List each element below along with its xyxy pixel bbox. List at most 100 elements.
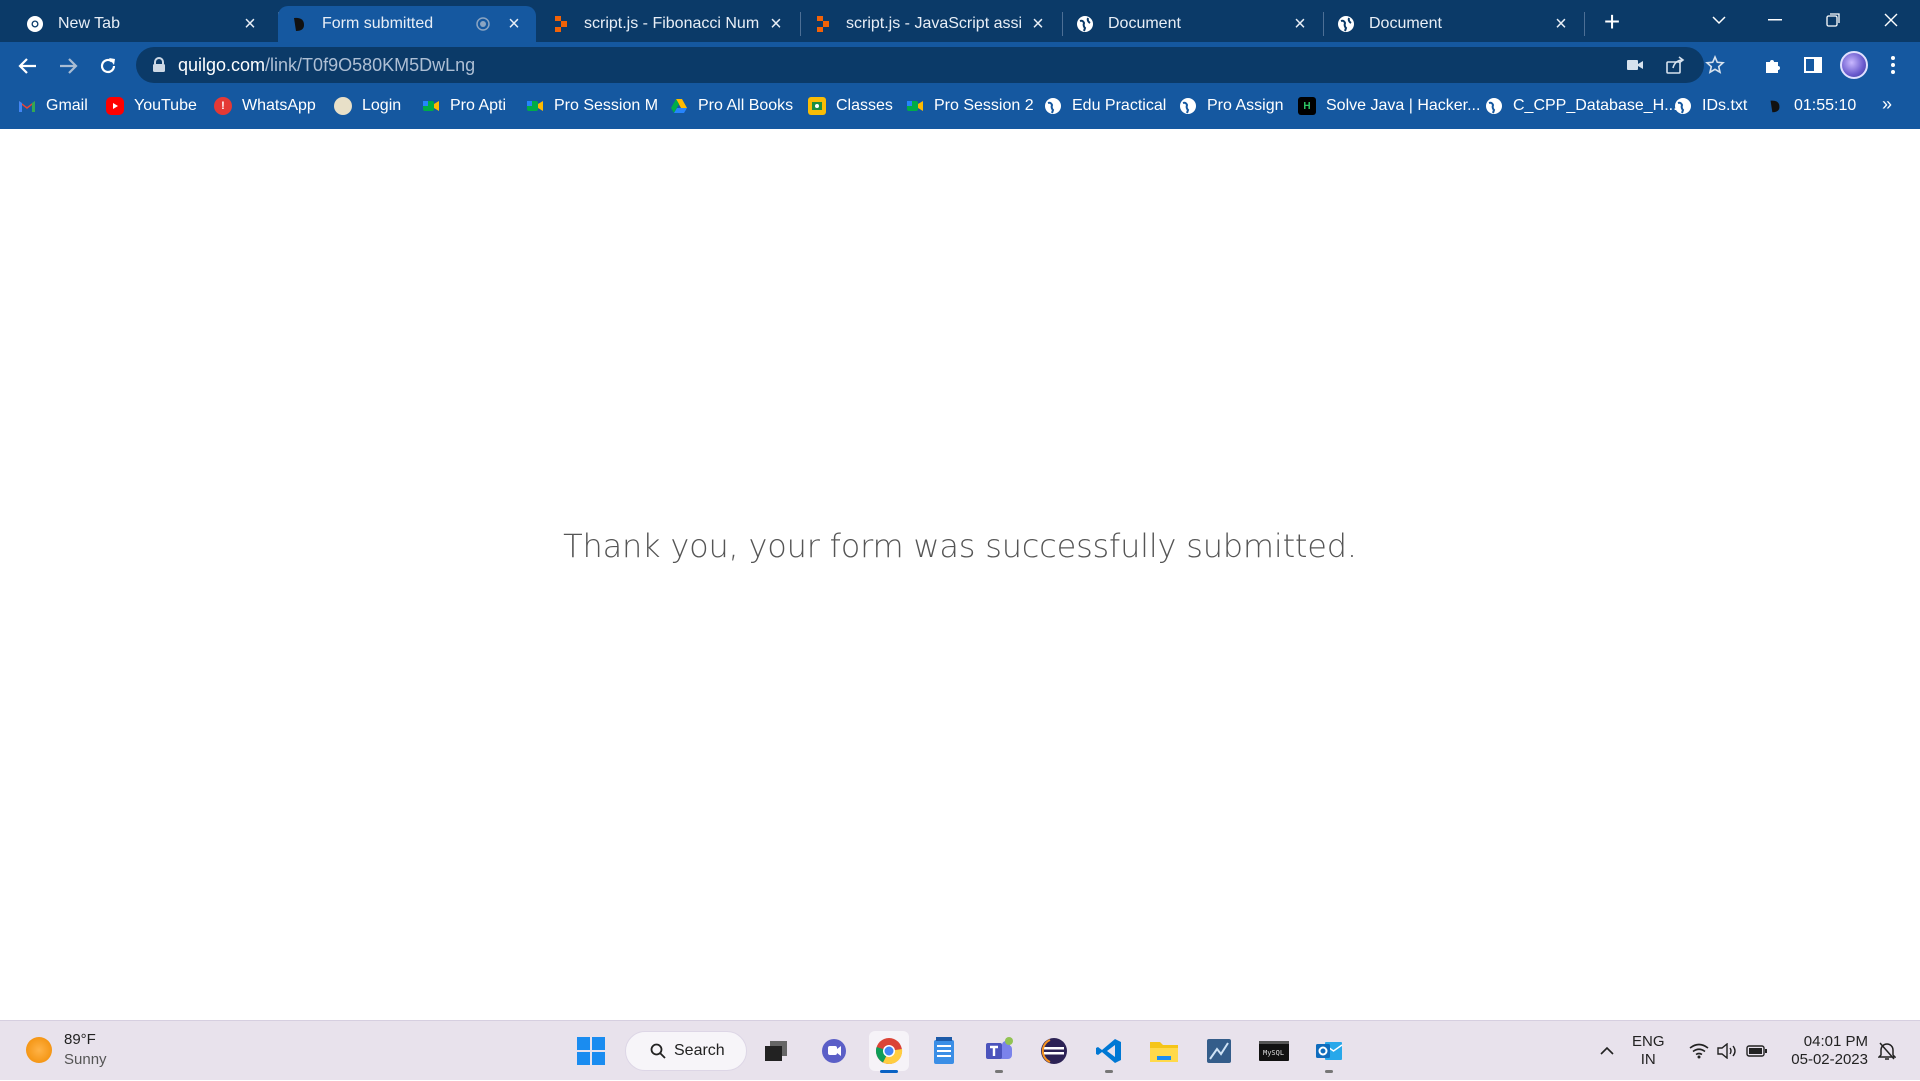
reload-button[interactable] [92, 50, 124, 82]
url-host: quilgo.com [178, 55, 266, 75]
bookmark-timer[interactable]: 01:55:10 [1766, 88, 1856, 124]
bookmark-label: Edu Practical [1072, 97, 1167, 114]
new-tab-button[interactable]: + [1598, 6, 1626, 37]
bookmark-ids-txt[interactable]: IDs.txt [1674, 88, 1747, 124]
close-icon[interactable]: × [766, 13, 786, 35]
bookmark-classes[interactable]: Classes [808, 88, 893, 124]
tab-title: Document [1369, 15, 1442, 32]
tab-script-fibonacci[interactable]: script.js - Fibonacci Number × [540, 6, 798, 42]
forward-button[interactable] [52, 50, 84, 82]
login-icon [334, 97, 352, 115]
tab-title: script.js - Fibonacci Number [584, 15, 760, 32]
windows-taskbar: 89°F Sunny Search MySQL ENG IN 04:01 PM … [0, 1020, 1920, 1080]
close-icon[interactable]: × [240, 13, 260, 35]
bookmark-label: Classes [836, 97, 893, 114]
classroom-icon [808, 97, 826, 115]
lock-icon[interactable] [152, 57, 166, 73]
running-indicator [1105, 1070, 1113, 1073]
tab-divider [800, 12, 801, 36]
notepad-icon[interactable] [924, 1031, 964, 1071]
globe-icon [1076, 15, 1094, 33]
bookmark-youtube[interactable]: YouTube [106, 88, 197, 124]
mysql-workbench-icon[interactable] [1199, 1031, 1239, 1071]
globe-icon [1044, 97, 1062, 115]
tab-document-2[interactable]: Document × [1325, 6, 1583, 42]
bookmark-star-icon[interactable] [1704, 54, 1726, 76]
system-clock[interactable]: 04:01 PM 05-02-2023 [1776, 1033, 1868, 1069]
weather-temperature[interactable]: 89°F [64, 1031, 96, 1048]
globe-icon [1337, 15, 1355, 33]
taskbar-search[interactable]: Search [625, 1031, 747, 1071]
camera-icon[interactable] [1624, 54, 1646, 76]
weather-description[interactable]: Sunny [64, 1051, 107, 1068]
share-icon[interactable] [1664, 54, 1686, 76]
bookmarks-overflow-icon[interactable]: » [1882, 94, 1892, 115]
menu-kebab-icon[interactable] [1880, 52, 1906, 78]
running-indicator [995, 1070, 1003, 1073]
bookmark-gmail[interactable]: Gmail [18, 88, 88, 124]
vscode-icon[interactable] [1089, 1031, 1129, 1073]
show-hidden-icons-chevron-icon[interactable] [1594, 1021, 1620, 1081]
browser-window: New Tab × Form submitted × script.js - F… [0, 0, 1920, 129]
eclipse-icon[interactable] [1034, 1031, 1074, 1071]
bookmark-label: Login [362, 97, 402, 114]
task-view-icon[interactable] [756, 1031, 796, 1071]
language-indicator[interactable]: ENG IN [1632, 1033, 1665, 1069]
bookmark-edu-practical[interactable]: Edu Practical [1044, 88, 1166, 124]
bookmark-login[interactable]: Login [334, 88, 401, 124]
bookmark-whatsapp[interactable]: ! WhatsApp [214, 88, 316, 124]
bookmark-pro-session-m[interactable]: Pro Session M [526, 88, 658, 124]
bookmark-label: 01:55:10 [1794, 97, 1857, 114]
minimize-button[interactable] [1747, 0, 1803, 40]
notification-bell-icon[interactable] [1874, 1021, 1900, 1081]
close-icon[interactable]: × [1028, 13, 1048, 35]
outlook-icon[interactable] [1309, 1031, 1349, 1073]
close-icon[interactable]: × [504, 13, 524, 35]
svg-text:MySQL: MySQL [1263, 1049, 1284, 1057]
file-explorer-icon[interactable] [1144, 1031, 1184, 1071]
tab-new-tab[interactable]: New Tab × [14, 6, 272, 42]
tab-script-js-assignment[interactable]: script.js - JavaScript assignm × [802, 6, 1060, 42]
bookmark-label: Pro Session M [554, 97, 659, 114]
tab-document-1[interactable]: Document × [1064, 6, 1322, 42]
profile-avatar[interactable] [1840, 51, 1868, 79]
start-button[interactable] [571, 1031, 611, 1071]
bookmark-label: YouTube [134, 97, 197, 114]
extensions-icon[interactable] [1760, 52, 1786, 78]
url-text[interactable]: quilgo.com/link/T0f9O580KM5DwLng [178, 55, 475, 76]
bookmark-label: Pro Apti [450, 97, 507, 114]
gmail-icon [18, 97, 36, 115]
side-panel-icon[interactable] [1800, 52, 1826, 78]
back-button[interactable] [12, 50, 44, 82]
chrome-taskbar-icon[interactable] [869, 1031, 909, 1073]
tab-form-submitted[interactable]: Form submitted × [278, 6, 536, 42]
submission-confirmation-message: Thank you, your form was successfully su… [563, 527, 1357, 565]
restore-button[interactable] [1805, 0, 1861, 40]
bookmark-label: IDs.txt [1702, 97, 1748, 114]
chrome-icon [26, 15, 44, 33]
url-path: /link/T0f9O580KM5DwLng [265, 55, 476, 75]
bookmark-pro-apti[interactable]: Pro Apti [422, 88, 506, 124]
youtube-icon [106, 97, 124, 115]
battery-icon[interactable] [1744, 1021, 1770, 1081]
mysql-shell-icon[interactable]: MySQL [1254, 1031, 1294, 1071]
sun-icon[interactable] [26, 1037, 52, 1063]
teams-chat-icon[interactable] [814, 1031, 854, 1071]
bookmark-label: Pro Assign [1207, 97, 1284, 114]
close-icon[interactable]: × [1551, 13, 1571, 35]
tab-title: script.js - JavaScript assignm [846, 15, 1022, 32]
search-label: Search [674, 1042, 725, 1059]
teams-icon[interactable] [979, 1031, 1019, 1073]
wifi-icon[interactable] [1686, 1021, 1712, 1081]
bookmark-pro-session-2[interactable]: Pro Session 2 [906, 88, 1034, 124]
volume-icon[interactable] [1714, 1021, 1740, 1081]
bookmark-c-cpp-database[interactable]: C_CPP_Database_H... [1485, 88, 1678, 124]
bookmark-pro-all-books[interactable]: Pro All Books [670, 88, 793, 124]
address-bar[interactable]: quilgo.com/link/T0f9O580KM5DwLng [136, 47, 1725, 83]
close-window-button[interactable] [1863, 0, 1919, 40]
tab-search-button[interactable] [1691, 0, 1747, 40]
bookmark-hackerrank[interactable]: H Solve Java | Hacker... [1298, 88, 1480, 124]
hackerrank-icon: H [1298, 97, 1316, 115]
bookmark-pro-assign[interactable]: Pro Assign [1179, 88, 1283, 124]
close-icon[interactable]: × [1290, 13, 1310, 35]
